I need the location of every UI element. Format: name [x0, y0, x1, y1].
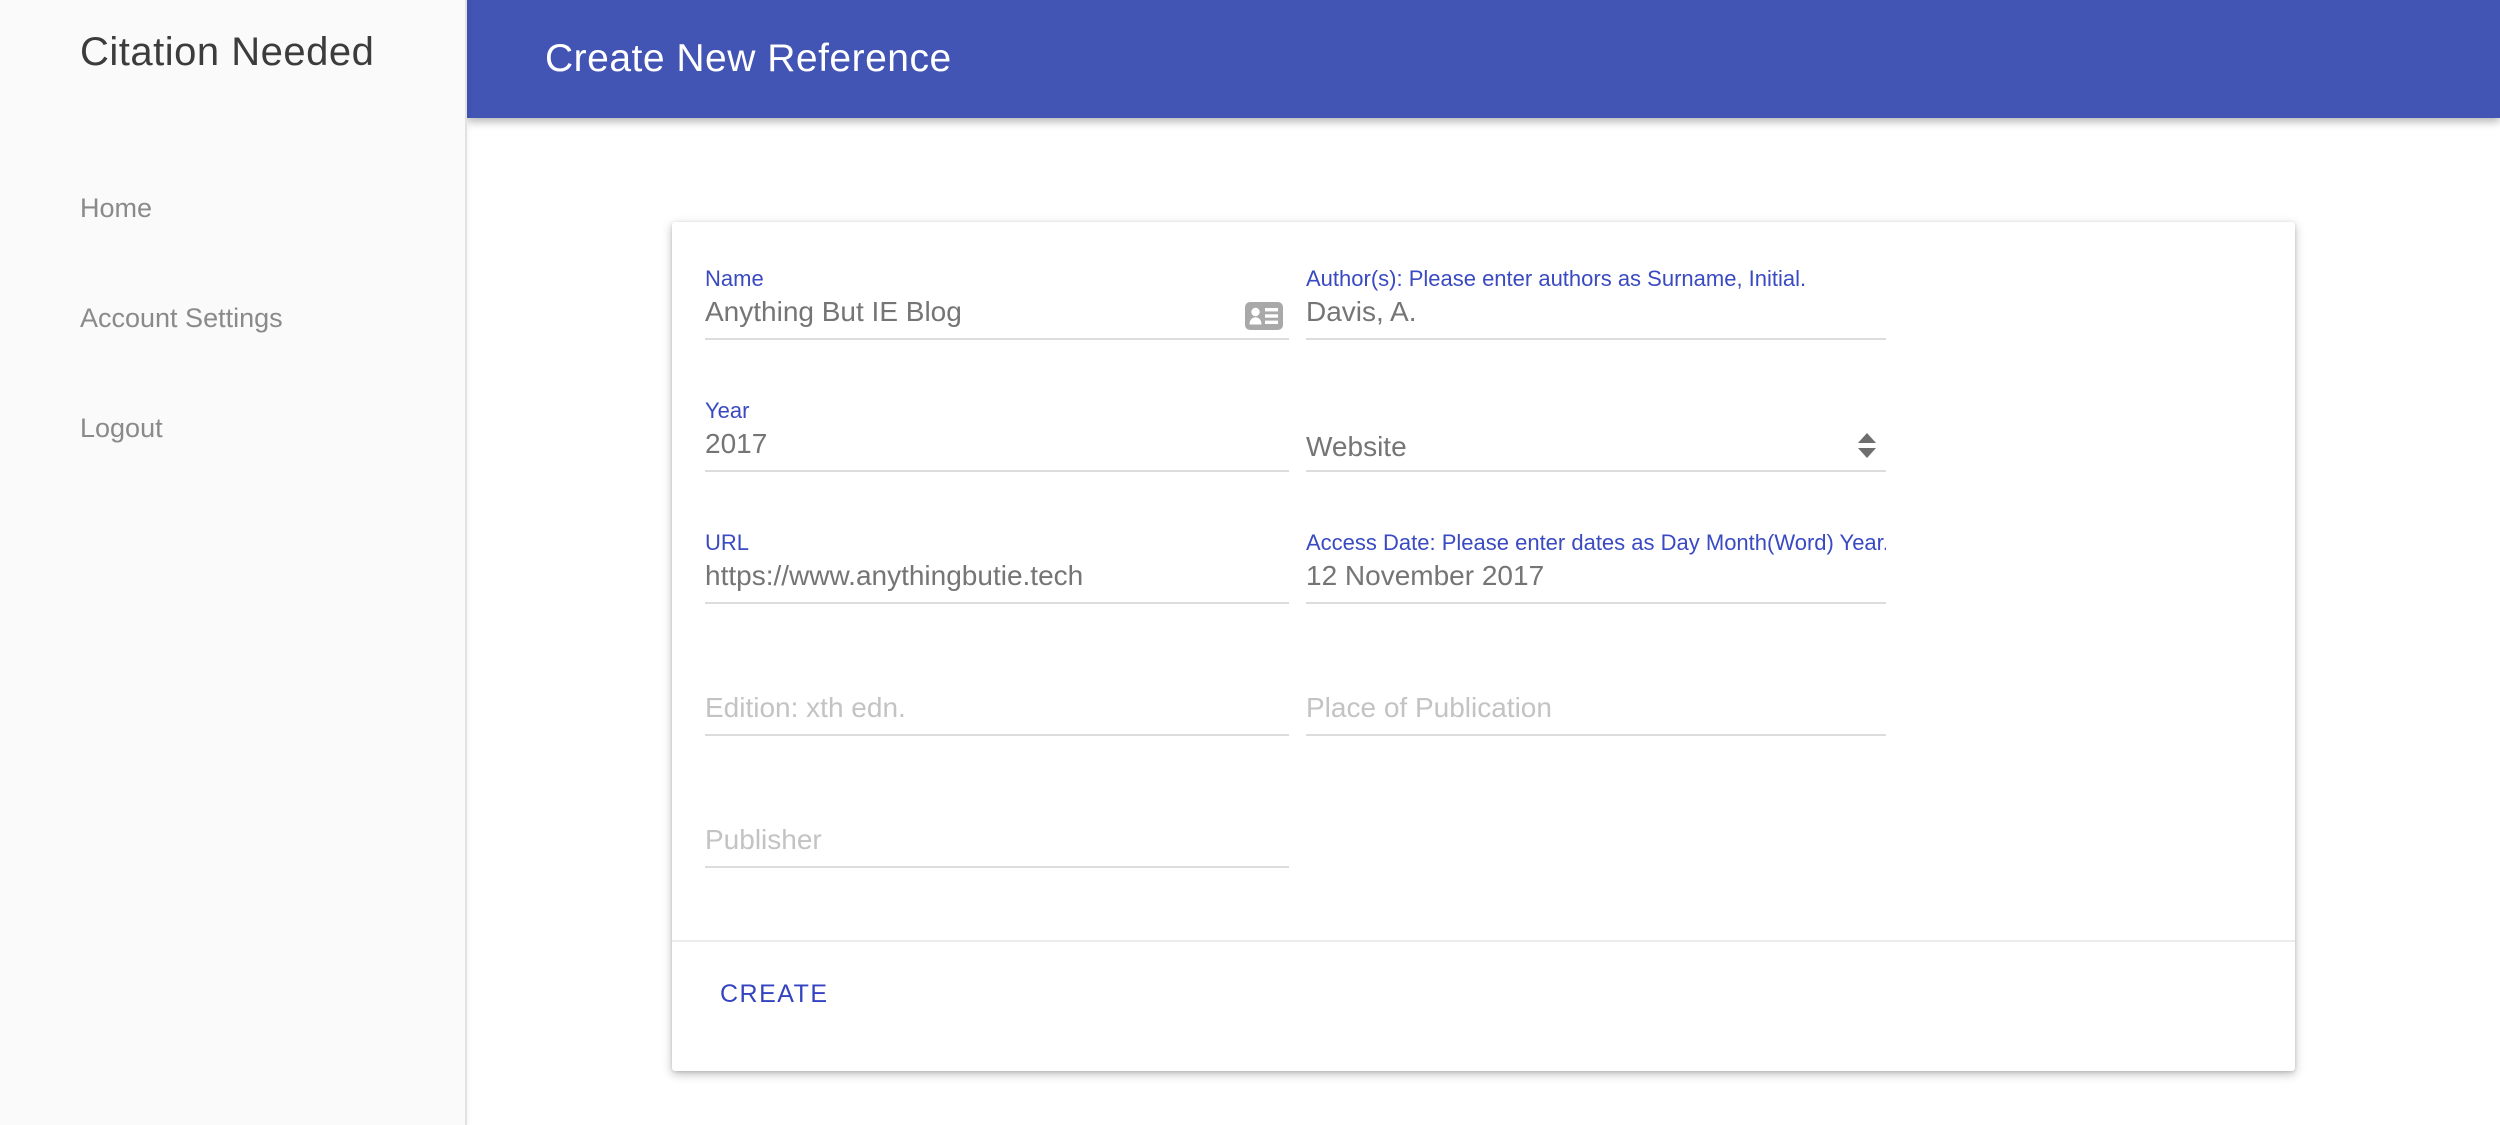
- card-divider: [672, 940, 2295, 942]
- name-label: Name: [705, 266, 764, 291]
- sidebar: Citation Needed Home Account Settings Lo…: [0, 0, 467, 1125]
- main-content: Name Author(s): Please: [467, 118, 2500, 1125]
- spinner-up-arrow-icon: [1858, 433, 1876, 443]
- year-label: Year: [705, 398, 750, 423]
- app-title: Citation Needed: [80, 30, 375, 74]
- place-of-publication-input[interactable]: [1306, 690, 1886, 736]
- access-date-field: Access Date: Please enter dates as Day M…: [1306, 530, 1886, 604]
- sidebar-item-account-settings[interactable]: Account Settings: [80, 303, 283, 334]
- sidebar-item-home[interactable]: Home: [80, 193, 283, 224]
- reference-form: Name Author(s): Please: [705, 266, 1886, 868]
- edition-input[interactable]: [705, 690, 1289, 736]
- spinner-down-arrow-icon: [1858, 448, 1876, 458]
- reference-type-select[interactable]: Website: [1306, 426, 1886, 472]
- publisher-field: [705, 794, 1289, 868]
- name-field: Name: [705, 266, 1289, 340]
- authors-field: Author(s): Please enter authors as Surna…: [1306, 266, 1886, 340]
- app-bar: Create New Reference: [467, 0, 2500, 118]
- access-date-label: Access Date: Please enter dates as Day M…: [1306, 530, 1886, 555]
- url-field: URL: [705, 530, 1289, 604]
- url-label: URL: [705, 530, 750, 555]
- url-input[interactable]: [705, 558, 1289, 604]
- name-input[interactable]: [705, 294, 1289, 340]
- edition-field: [705, 662, 1289, 736]
- reference-form-card: Name Author(s): Please: [672, 222, 2295, 1071]
- page-title: Create New Reference: [545, 37, 952, 80]
- year-input[interactable]: [705, 426, 1289, 472]
- access-date-input[interactable]: [1306, 558, 1886, 604]
- select-spinner-icon: [1858, 433, 1876, 458]
- empty-grid-cell: [1306, 794, 1886, 868]
- year-field: Year: [705, 398, 1289, 472]
- sidebar-item-logout[interactable]: Logout: [80, 413, 283, 444]
- create-button[interactable]: CREATE: [705, 966, 844, 1023]
- authors-label: Author(s): Please enter authors as Surna…: [1306, 266, 1807, 291]
- authors-input[interactable]: [1306, 294, 1886, 340]
- reference-type-field: Website: [1306, 398, 1886, 472]
- publisher-input[interactable]: [705, 822, 1289, 868]
- app-root: Citation Needed Home Account Settings Lo…: [0, 0, 2500, 1125]
- reference-type-value: Website: [1306, 431, 1407, 462]
- place-of-publication-field: [1306, 662, 1886, 736]
- sidebar-nav: Home Account Settings Logout: [80, 193, 283, 523]
- contact-card-icon[interactable]: [1245, 302, 1283, 330]
